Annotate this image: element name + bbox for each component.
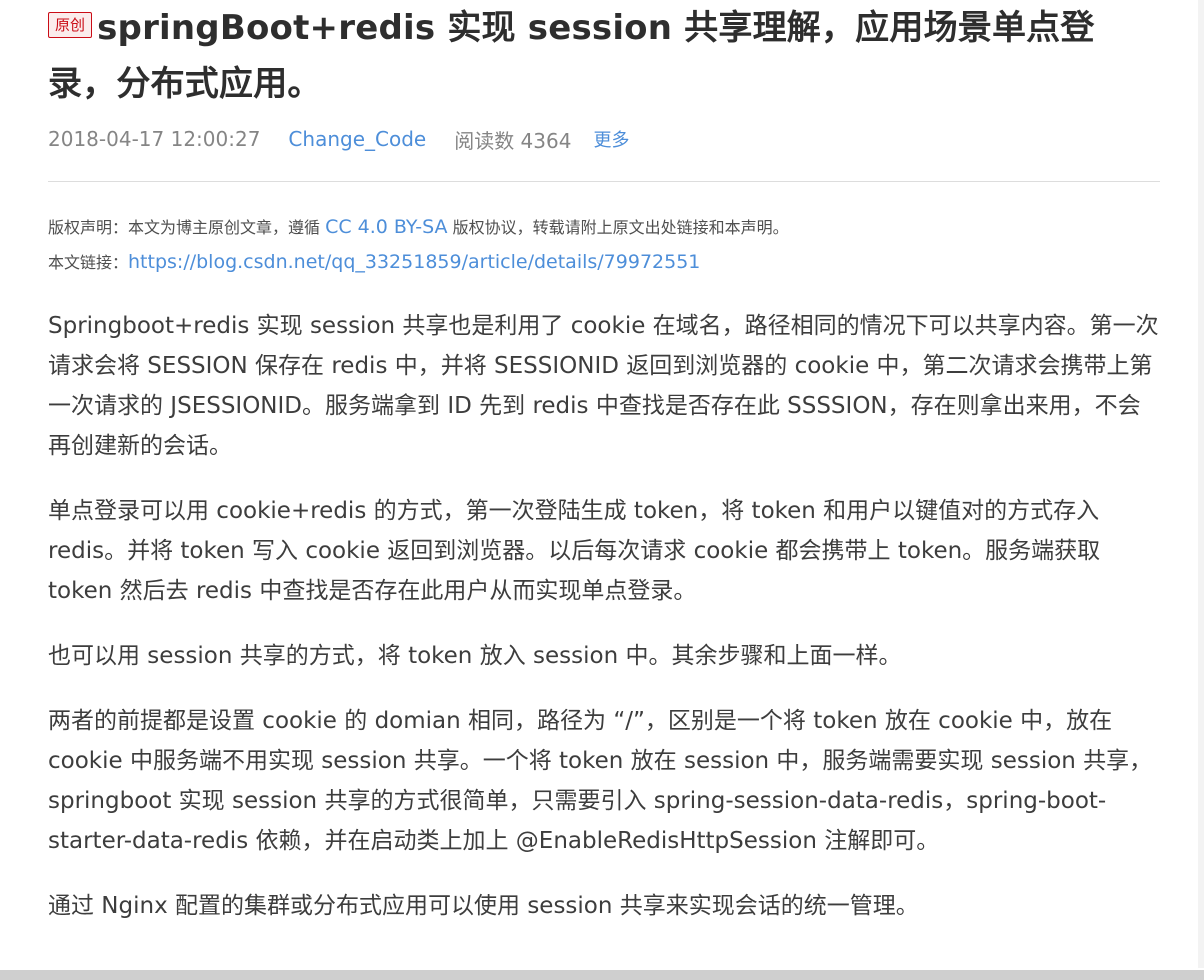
horizontal-scrollbar[interactable] bbox=[0, 970, 1204, 980]
read-count: 阅读数 4364 bbox=[454, 128, 572, 153]
publish-time: 2018-04-17 12:00:27 bbox=[48, 127, 261, 151]
author-link[interactable]: Change_Code bbox=[288, 127, 426, 151]
paragraph: 单点登录可以用 cookie+redis 的方式，第一次登陆生成 token，将… bbox=[48, 498, 1101, 604]
article: 原创 springBoot+redis 实现 session 共享理解，应用场景… bbox=[0, 0, 1204, 980]
copyright-suffix: 版权协议，转载请附上原文出处链接和本声明。 bbox=[447, 218, 789, 237]
article-meta: 2018-04-17 12:00:27 Change_Code 阅读数 4364… bbox=[48, 124, 629, 154]
divider bbox=[48, 181, 1160, 182]
article-title: springBoot+redis 实现 session 共享理解，应用场景单点登… bbox=[48, 8, 1095, 104]
copyright-prefix: 版权声明：本文为博主原创文章，遵循 bbox=[48, 218, 326, 237]
paragraph: 通过 Nginx 配置的集群或分布式应用可以使用 session 共享来实现会话… bbox=[48, 893, 919, 919]
vertical-scrollbar[interactable] bbox=[1198, 0, 1204, 968]
article-body: Springboot+redis 实现 session 共享也是利用了 cook… bbox=[48, 306, 1163, 951]
paragraph: Springboot+redis 实现 session 共享也是利用了 cook… bbox=[48, 313, 1159, 459]
more-link[interactable]: 更多 bbox=[593, 126, 629, 152]
paragraph: 两者的前提都是设置 cookie 的 domian 相同，路径为 “/”，区别是… bbox=[48, 708, 1153, 854]
article-link-label: 本文链接： bbox=[48, 253, 129, 272]
article-link-line: 本文链接：https://blog.csdn.net/qq_33251859/a… bbox=[48, 245, 1168, 280]
title-row: 原创 springBoot+redis 实现 session 共享理解，应用场景… bbox=[48, 0, 1158, 112]
article-url-link[interactable]: https://blog.csdn.net/qq_33251859/articl… bbox=[128, 251, 700, 273]
copyright-notice: 版权声明：本文为博主原创文章，遵循 CC 4.0 BY-SA 版权协议，转载请附… bbox=[48, 210, 1168, 280]
copyright-line: 版权声明：本文为博主原创文章，遵循 CC 4.0 BY-SA 版权协议，转载请附… bbox=[48, 210, 1168, 245]
original-badge: 原创 bbox=[48, 12, 93, 38]
paragraph: 也可以用 session 共享的方式，将 token 放入 session 中。… bbox=[48, 643, 902, 669]
license-link[interactable]: CC 4.0 BY-SA bbox=[325, 216, 447, 238]
